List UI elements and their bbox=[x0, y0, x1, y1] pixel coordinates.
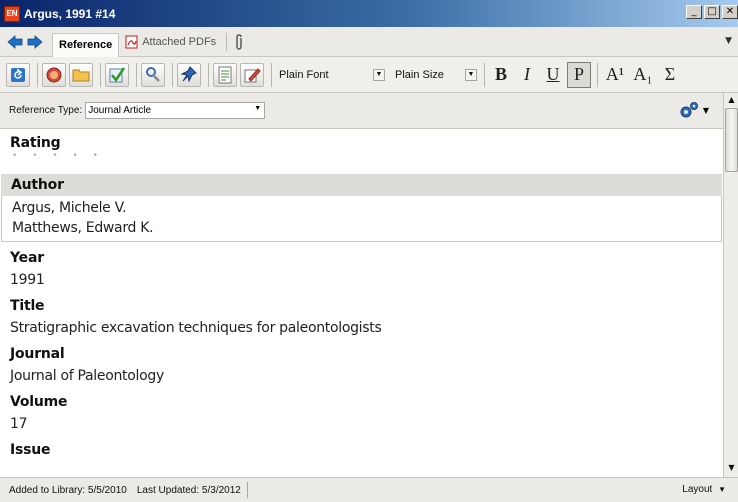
bold-button[interactable]: B bbox=[489, 62, 513, 88]
author-entry: Matthews, Edward K. bbox=[12, 220, 154, 236]
reference-type-label: Reference Type: bbox=[9, 105, 83, 116]
author-values[interactable]: Argus, Michele V. Matthews, Edward K. bbox=[1, 196, 722, 242]
maximize-button[interactable]: □ bbox=[704, 5, 720, 19]
scroll-down-icon[interactable]: ▼ bbox=[726, 463, 737, 475]
gear-menu-button[interactable]: ▼ bbox=[679, 101, 709, 119]
subscript-button[interactable]: A₁ bbox=[630, 62, 656, 88]
link-button[interactable] bbox=[141, 62, 165, 87]
author-label: Author bbox=[1, 174, 722, 196]
chevron-down-icon: ▼ bbox=[254, 105, 262, 112]
issue-field[interactable]: Issue bbox=[0, 439, 723, 461]
size-select-value: Plain Size bbox=[395, 68, 444, 81]
open-folder-button[interactable] bbox=[69, 62, 93, 87]
tab-separator bbox=[226, 32, 228, 51]
tab-bar: Reference Attached PDFs ▼ bbox=[0, 27, 738, 57]
font-select-value: Plain Font bbox=[279, 68, 329, 81]
tab-dropdown-icon[interactable]: ▼ bbox=[725, 36, 732, 46]
toolbar-separator bbox=[271, 62, 272, 87]
author-entry: Argus, Michele V. bbox=[12, 200, 127, 216]
superscript-button[interactable]: A¹ bbox=[602, 62, 628, 88]
rating-stars[interactable]: • • • • • bbox=[0, 151, 723, 165]
underline-button[interactable]: U bbox=[541, 62, 565, 88]
back-arrow-icon[interactable] bbox=[6, 33, 24, 51]
endnote-app-icon: EN bbox=[4, 5, 20, 22]
updated-date: Last Updated: 5/3/2012 bbox=[136, 484, 241, 496]
issue-label: Issue bbox=[10, 442, 51, 458]
journal-field[interactable]: Journal Journal of Paleontology bbox=[0, 343, 723, 387]
italic-button[interactable]: I bbox=[515, 62, 539, 88]
toolbar-separator bbox=[484, 62, 485, 87]
reference-fields: Rating • • • • • Author Argus, Michele V… bbox=[0, 129, 723, 477]
symbol-button[interactable]: Σ bbox=[658, 62, 682, 88]
check-button[interactable] bbox=[105, 62, 129, 87]
added-date: Added to Library: 5/5/2010 bbox=[9, 484, 127, 496]
size-select[interactable]: Plain Size ▼ bbox=[392, 65, 480, 85]
pin-button[interactable] bbox=[177, 62, 201, 87]
year-field[interactable]: Year 1991 bbox=[0, 247, 723, 291]
title-value: Stratigraphic excavation techniques for … bbox=[10, 320, 382, 336]
tab-attached-pdfs[interactable]: Attached PDFs bbox=[119, 30, 222, 54]
paperclip-icon[interactable] bbox=[231, 33, 247, 51]
chevron-down-icon: ▼ bbox=[373, 68, 385, 81]
volume-label: Volume bbox=[10, 394, 68, 410]
rating-label: Rating bbox=[10, 135, 61, 151]
notes-button[interactable] bbox=[213, 62, 237, 87]
journal-label: Journal bbox=[10, 346, 65, 362]
close-button[interactable]: ✕ bbox=[722, 5, 738, 19]
plain-button[interactable]: P bbox=[567, 61, 591, 88]
volume-value: 17 bbox=[10, 416, 28, 432]
editor-toolbar: Plain Font ▼ Plain Size ▼ B I U P A¹ A₁ … bbox=[0, 57, 738, 93]
chevron-down-icon: ▼ bbox=[465, 68, 477, 81]
tab-reference[interactable]: Reference bbox=[52, 32, 120, 57]
tab-attached-pdfs-label: Attached PDFs bbox=[142, 35, 217, 48]
journal-value: Journal of Paleontology bbox=[10, 368, 164, 384]
toolbar-separator bbox=[136, 62, 137, 87]
volume-field[interactable]: Volume 17 bbox=[0, 391, 723, 435]
reference-type-bar: Reference Type: Journal Article ▼ ▼ bbox=[0, 93, 723, 129]
edit-button[interactable] bbox=[240, 62, 264, 87]
reference-type-select[interactable]: Journal Article ▼ bbox=[85, 102, 266, 119]
year-value: 1991 bbox=[10, 272, 45, 288]
forward-arrow-icon[interactable] bbox=[26, 33, 44, 51]
rating-field: Rating • • • • • bbox=[0, 129, 723, 165]
window-titlebar: EN Argus, 1991 #14 _ □ ✕ bbox=[0, 0, 738, 27]
pdf-icon bbox=[125, 35, 139, 49]
scroll-thumb[interactable] bbox=[725, 108, 738, 172]
chevron-down-icon: ▼ bbox=[718, 485, 726, 494]
window-title: Argus, 1991 #14 bbox=[24, 6, 116, 21]
refresh-button[interactable] bbox=[6, 62, 30, 87]
year-label: Year bbox=[10, 250, 44, 266]
toolbar-separator bbox=[172, 62, 173, 87]
online-search-button[interactable] bbox=[42, 62, 66, 87]
gear-icon bbox=[680, 102, 698, 118]
toolbar-separator bbox=[597, 62, 598, 87]
status-bar: Added to Library: 5/5/2010 Last Updated:… bbox=[0, 477, 738, 502]
toolbar-separator bbox=[37, 62, 38, 87]
status-separator bbox=[246, 482, 248, 498]
scroll-up-icon[interactable]: ▲ bbox=[726, 95, 737, 107]
layout-button[interactable]: Layout ▼ bbox=[682, 484, 726, 495]
layout-label: Layout bbox=[682, 484, 713, 495]
title-field[interactable]: Title Stratigraphic excavation technique… bbox=[0, 295, 723, 339]
font-select[interactable]: Plain Font ▼ bbox=[276, 65, 388, 85]
reference-type-value: Journal Article bbox=[88, 105, 152, 116]
chevron-down-icon: ▼ bbox=[702, 105, 709, 115]
title-label: Title bbox=[10, 298, 45, 314]
toolbar-separator bbox=[100, 62, 101, 87]
minimize-button[interactable]: _ bbox=[686, 5, 702, 19]
vertical-scrollbar[interactable]: ▲ ▼ bbox=[723, 93, 738, 477]
toolbar-separator bbox=[208, 62, 209, 87]
author-field[interactable]: Author Argus, Michele V. Matthews, Edwar… bbox=[1, 174, 722, 242]
